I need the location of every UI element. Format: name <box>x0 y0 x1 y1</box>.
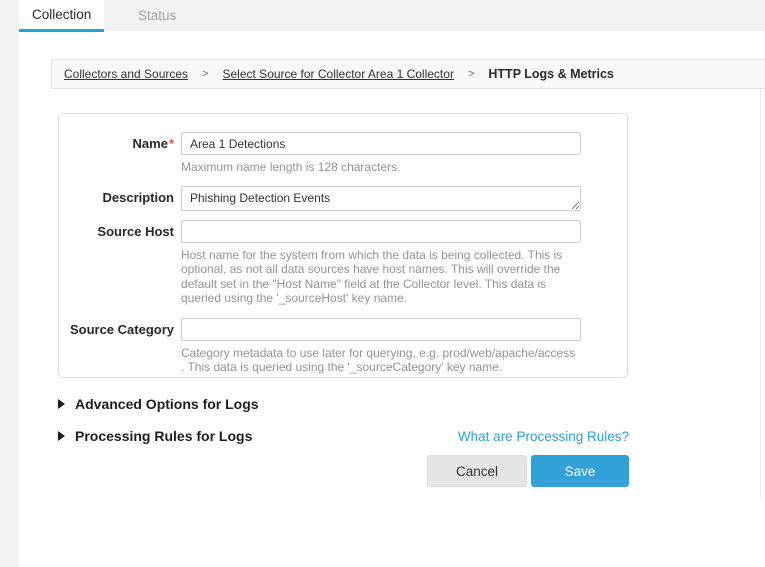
source-host-label-text: Source Host <box>97 224 174 239</box>
form-row-name: Name* Maximum name length is 128 charact… <box>59 132 627 186</box>
breadcrumb-current-page: HTTP Logs & Metrics <box>488 67 613 81</box>
expand-arrow-icon <box>58 399 65 409</box>
tab-collection[interactable]: Collection <box>19 0 104 32</box>
tab-status[interactable]: Status <box>130 0 184 31</box>
source-category-input[interactable] <box>181 318 581 341</box>
expand-arrow-icon <box>58 431 65 441</box>
form-row-description: Description Phishing Detection Events <box>59 186 627 220</box>
processing-rules-toggle[interactable]: Processing Rules for Logs <box>58 428 252 444</box>
breadcrumb-separator-icon: > <box>468 68 474 80</box>
name-input[interactable] <box>181 132 581 155</box>
description-label-text: Description <box>102 190 174 205</box>
required-asterisk: * <box>169 136 174 151</box>
breadcrumb-link-select-source[interactable]: Select Source for Collector Area 1 Colle… <box>223 67 454 81</box>
name-label-text: Name <box>133 136 168 151</box>
form-row-source-category: Source Category Category metadata to use… <box>59 318 627 375</box>
name-help-text: Maximum name length is 128 characters. <box>181 160 579 175</box>
name-label: Name* <box>59 132 174 151</box>
description-label: Description <box>59 186 174 205</box>
what-are-processing-rules-link[interactable]: What are Processing Rules? <box>458 429 629 444</box>
tab-collection-label: Collection <box>32 7 91 22</box>
save-button[interactable]: Save <box>531 455 629 487</box>
form-row-source-host: Source Host Host name for the system fro… <box>59 220 627 318</box>
advanced-options-label: Advanced Options for Logs <box>75 396 259 412</box>
source-category-label: Source Category <box>59 318 174 337</box>
advanced-options-row: Advanced Options for Logs <box>58 396 629 412</box>
tab-status-label: Status <box>138 8 176 23</box>
processing-rules-row: Processing Rules for Logs What are Proce… <box>58 428 629 444</box>
breadcrumb-separator-icon: > <box>202 68 208 80</box>
cancel-button[interactable]: Cancel <box>427 455 527 487</box>
source-category-help-text: Category metadata to use later for query… <box>181 346 579 375</box>
source-host-label: Source Host <box>59 220 174 239</box>
description-textarea[interactable]: Phishing Detection Events <box>181 186 581 211</box>
form-actions: Cancel Save <box>58 455 629 487</box>
source-category-label-text: Source Category <box>70 322 174 337</box>
content-panel-right-border <box>760 89 761 497</box>
collection-page: Collection Status Collectors and Sources… <box>0 0 765 567</box>
processing-rules-label: Processing Rules for Logs <box>75 428 252 444</box>
tab-bar: Collection Status <box>0 0 765 31</box>
source-host-input[interactable] <box>181 220 581 243</box>
breadcrumb-link-collectors-and-sources[interactable]: Collectors and Sources <box>64 67 188 81</box>
source-config-form: Name* Maximum name length is 128 charact… <box>58 113 628 378</box>
left-gutter <box>0 31 19 567</box>
advanced-options-toggle[interactable]: Advanced Options for Logs <box>58 396 259 412</box>
breadcrumb: Collectors and Sources > Select Source f… <box>51 59 765 89</box>
source-host-help-text: Host name for the system from which the … <box>181 248 579 306</box>
